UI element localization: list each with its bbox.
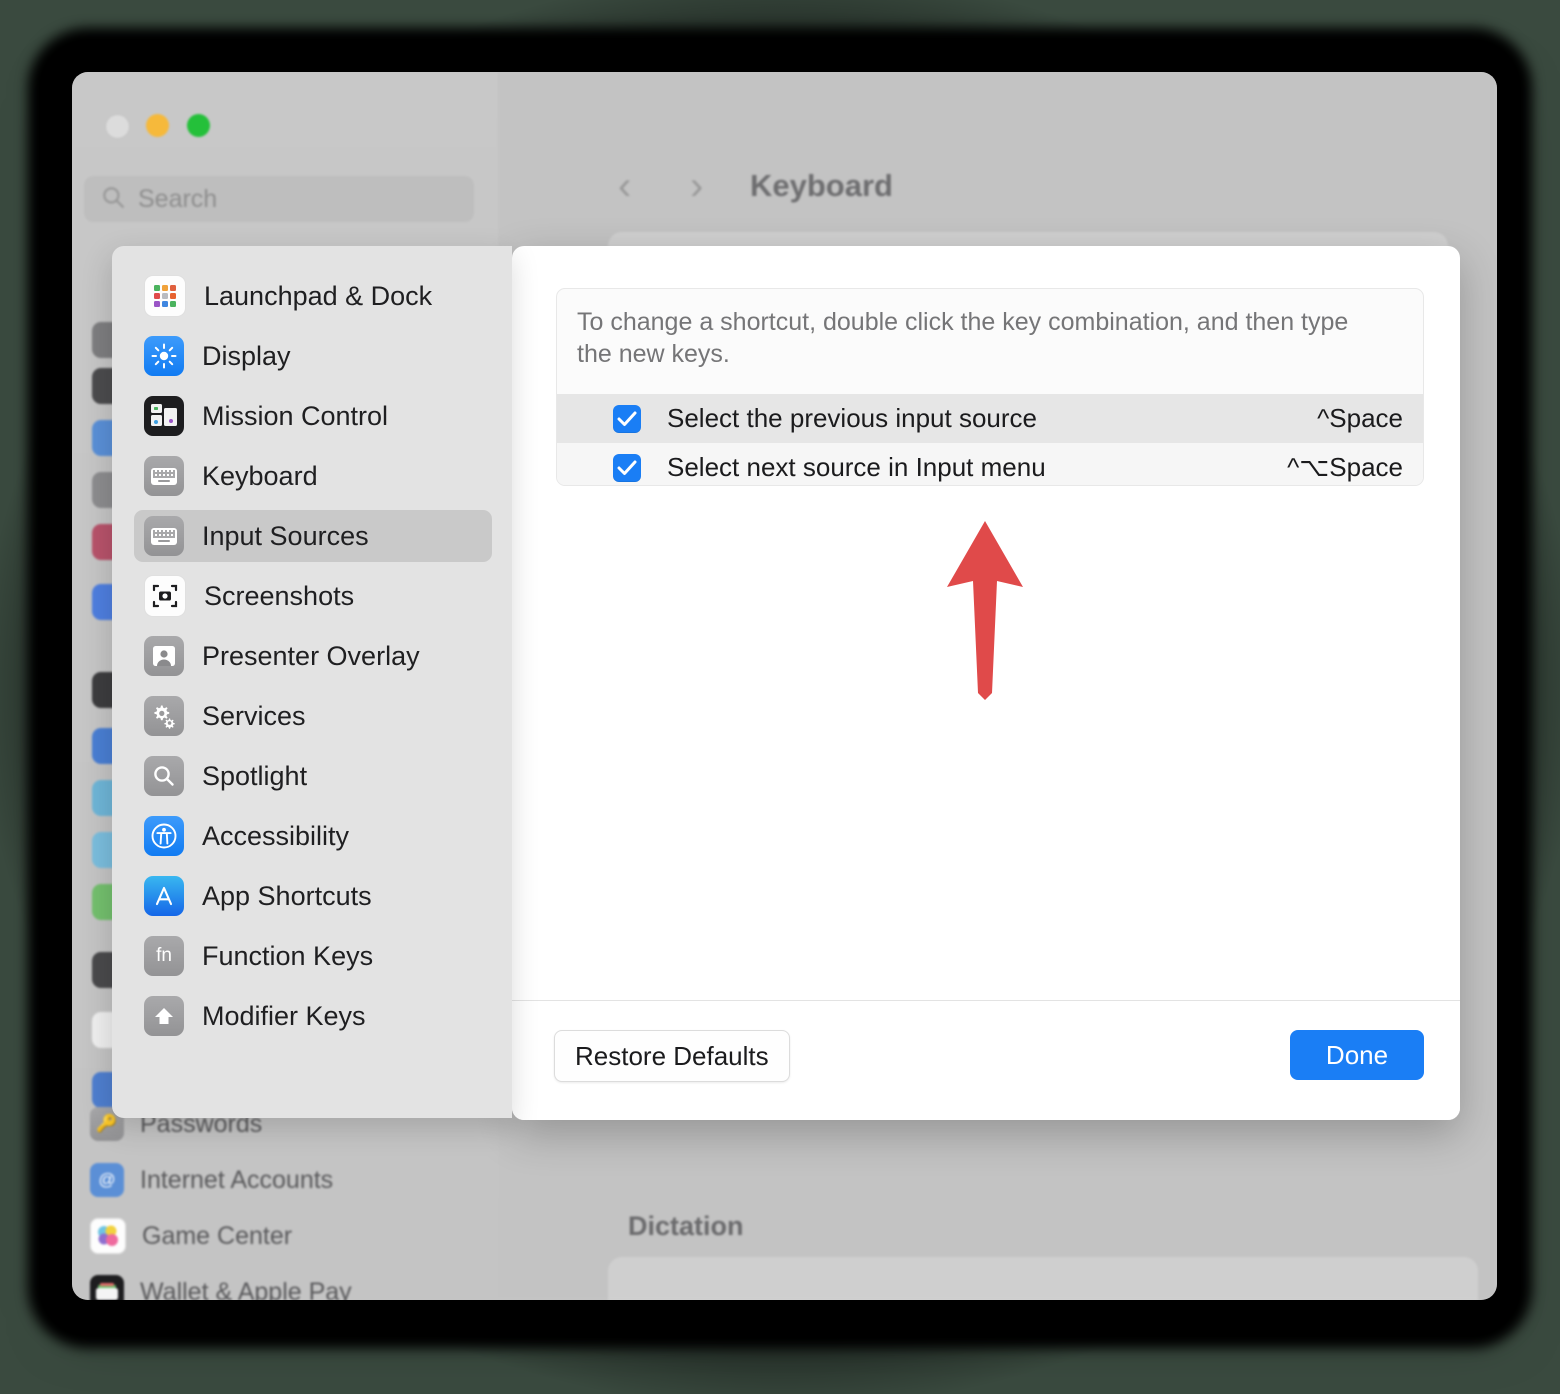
- instruction-text: To change a shortcut, double click the k…: [577, 308, 1349, 368]
- shortcut-row[interactable]: Select the previous input source ^Space: [557, 394, 1423, 443]
- popover-item-label: Accessibility: [202, 820, 350, 851]
- popover-item-input-sources[interactable]: Input Sources: [134, 510, 492, 562]
- zoom-button[interactable]: [187, 114, 210, 137]
- keyboard-category-popover: Launchpad & Dock Display Mission Control…: [112, 246, 512, 1118]
- popover-item-label: Keyboard: [202, 460, 318, 491]
- popover-item-label: Services: [202, 700, 306, 731]
- popover-item-display[interactable]: Display: [134, 330, 492, 382]
- restore-defaults-button[interactable]: Restore Defaults: [554, 1030, 790, 1082]
- shortcut-checkbox[interactable]: [613, 404, 641, 433]
- shortcut-label: Select next source in Input menu: [667, 452, 1046, 482]
- presenter-overlay-icon: [144, 636, 184, 676]
- shortcuts-sheet-body: To change a shortcut, double click the k…: [512, 246, 1460, 1000]
- modifier-keys-icon: [144, 996, 184, 1036]
- popover-item-spotlight[interactable]: Spotlight: [134, 750, 492, 802]
- display-icon: [144, 336, 184, 376]
- back-button[interactable]: ‹: [618, 164, 631, 209]
- popover-item-function-keys[interactable]: fn Function Keys: [134, 930, 492, 982]
- launchpad-icon: [144, 275, 186, 317]
- screenshots-icon: [144, 575, 186, 617]
- page-title: Keyboard: [750, 168, 893, 203]
- popover-item-label: Spotlight: [202, 760, 308, 791]
- popover-item-label: Presenter Overlay: [202, 640, 420, 671]
- sidebar-item-internet-accounts[interactable]: @ Internet Accounts: [90, 1158, 333, 1202]
- popover-item-launchpad-dock[interactable]: Launchpad & Dock: [134, 270, 492, 322]
- popover-item-label: Launchpad & Dock: [204, 280, 433, 311]
- keyboard-icon: [144, 456, 184, 496]
- forward-button[interactable]: ›: [690, 164, 703, 209]
- done-button[interactable]: Done: [1290, 1030, 1424, 1080]
- sidebar-item-wallet[interactable]: Wallet & Apple Pay: [90, 1270, 352, 1300]
- search-input[interactable]: Search: [84, 176, 474, 222]
- shortcut-keys[interactable]: ^Space: [1317, 403, 1403, 434]
- popover-item-screenshots[interactable]: Screenshots: [134, 570, 492, 622]
- dictation-card: Use Dictation wherever you can type text…: [608, 1257, 1478, 1300]
- popover-item-label: Screenshots: [204, 580, 355, 611]
- popover-item-label: Input Sources: [202, 520, 369, 551]
- popover-item-label: Display: [202, 340, 291, 371]
- popover-item-label: App Shortcuts: [202, 880, 372, 911]
- shortcut-checkbox[interactable]: [613, 453, 641, 482]
- shortcut-keys[interactable]: ^⌥Space: [1287, 452, 1403, 483]
- game-center-icon: [90, 1218, 126, 1254]
- popover-item-label: Mission Control: [202, 400, 389, 431]
- popover-item-presenter-overlay[interactable]: Presenter Overlay: [134, 630, 492, 682]
- shortcut-row[interactable]: Select next source in Input menu ^⌥Space: [557, 443, 1423, 485]
- services-icon: [144, 696, 184, 736]
- input-sources-icon: [144, 516, 184, 556]
- sidebar-item-game-center[interactable]: Game Center: [90, 1214, 292, 1258]
- shortcuts-list-container: To change a shortcut, double click the k…: [556, 288, 1424, 486]
- sheet-footer: Restore Defaults Done: [512, 1001, 1460, 1120]
- popover-item-services[interactable]: Services: [134, 690, 492, 742]
- close-button[interactable]: [105, 114, 130, 139]
- popover-item-modifier-keys[interactable]: Modifier Keys: [134, 990, 492, 1042]
- sidebar-item-label: Internet Accounts: [140, 1165, 334, 1194]
- spotlight-icon: [144, 756, 184, 796]
- app-shortcuts-icon: [144, 876, 184, 916]
- shortcuts-sheet: To change a shortcut, double click the k…: [512, 246, 1460, 1120]
- popover-item-mission-control[interactable]: Mission Control: [134, 390, 492, 442]
- popover-item-label: Function Keys: [202, 940, 374, 971]
- sidebar-item-label: Wallet & Apple Pay: [140, 1277, 352, 1301]
- sidebar-item-label: Game Center: [142, 1221, 293, 1250]
- accessibility-icon: [144, 816, 184, 856]
- minimize-button[interactable]: [146, 114, 169, 137]
- wallet-icon: [90, 1275, 124, 1300]
- at-sign-icon: @: [90, 1163, 124, 1197]
- popover-item-app-shortcuts[interactable]: App Shortcuts: [134, 870, 492, 922]
- search-placeholder: Search: [138, 184, 218, 213]
- popover-item-accessibility[interactable]: Accessibility: [134, 810, 492, 862]
- popover-item-label: Modifier Keys: [202, 1000, 366, 1031]
- dictation-heading: Dictation: [628, 1211, 744, 1241]
- search-icon: [100, 184, 126, 215]
- mission-control-icon: [144, 396, 184, 436]
- function-keys-icon: fn: [144, 936, 184, 976]
- shortcut-label: Select the previous input source: [667, 403, 1037, 433]
- popover-item-keyboard[interactable]: Keyboard: [134, 450, 492, 502]
